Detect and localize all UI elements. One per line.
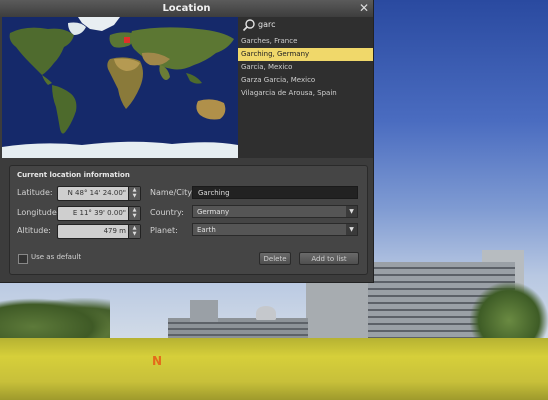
longitude-value: E 11° 39' 0.00" [72,209,126,217]
list-item[interactable]: Garcia, Mexico [238,61,373,74]
planet-combobox[interactable]: Earth ▼ [192,223,358,236]
satellite-dish [256,306,276,320]
latitude-value: N 48° 14' 24.00" [67,189,126,197]
results-list: Garches, France Garching, Germany Garcia… [238,35,373,100]
altitude-spinbox[interactable]: 479 m ▲ ▼ [57,224,141,239]
list-item-selected[interactable]: Garching, Germany [238,48,373,61]
building-small [190,300,218,322]
dialog-title: Location [162,3,211,14]
latitude-spinbox[interactable]: N 48° 14' 24.00" ▲ ▼ [57,186,141,201]
name-city-label: Name/City: [150,188,195,197]
building-annex [306,282,368,342]
location-dialog: Location ✕ garc Garches, France Garching… [0,0,374,283]
search-input[interactable] [258,18,368,31]
list-item[interactable]: Vilagarcia de Arousa, Spain [238,87,373,100]
country-label: Country: [150,208,184,217]
dialog-titlebar[interactable]: Location ✕ [0,0,373,17]
spin-arrows-icon[interactable]: ▲ ▼ [128,187,140,200]
chevron-down-icon[interactable]: ▼ [346,224,357,235]
location-marker [124,37,130,43]
add-to-list-button[interactable]: Add to list [299,252,359,265]
altitude-label: Altitude: [17,226,51,235]
country-value: Germany [197,208,230,216]
search-panel: Garches, France Garching, Germany Garcia… [238,17,373,158]
search-bar [238,17,373,34]
spin-arrows-icon[interactable]: ▲ ▼ [128,207,140,220]
close-icon[interactable]: ✕ [358,2,370,14]
list-item[interactable]: Garza Garcia, Mexico [238,74,373,87]
spin-arrows-icon[interactable]: ▲ ▼ [128,225,140,238]
country-combobox[interactable]: Germany ▼ [192,205,358,218]
rapeseed-field [0,338,548,400]
list-item[interactable]: Garches, France [238,35,373,48]
chevron-down-icon[interactable]: ▼ [346,206,357,217]
name-city-field[interactable]: Garching [192,186,358,199]
longitude-label: Longitude: [17,208,60,217]
search-icon [242,19,255,32]
trees-right [470,282,548,346]
planet-value: Earth [197,226,216,234]
world-map[interactable] [2,17,238,158]
longitude-spinbox[interactable]: E 11° 39' 0.00" ▲ ▼ [57,206,141,221]
delete-button[interactable]: Delete [259,252,291,265]
latitude-label: Latitude: [17,188,53,197]
info-panel-title: Current location information [17,171,130,179]
use-as-default-checkbox[interactable] [18,254,28,264]
altitude-value: 479 m [103,227,126,235]
use-as-default-label: Use as default [31,253,82,261]
location-info-panel: Current location information Latitude: N… [9,165,368,275]
compass-north-label: N [152,354,163,368]
planet-label: Planet: [150,226,178,235]
